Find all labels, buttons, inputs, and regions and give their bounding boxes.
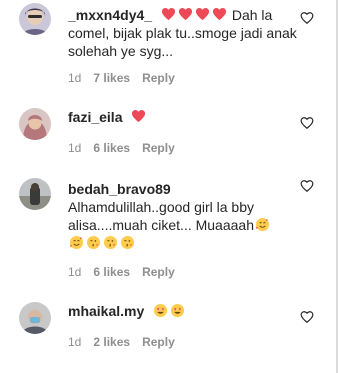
- comment-likes[interactable]: 7 likes: [93, 71, 130, 85]
- comment-meta: 1d 2 likes Reply: [68, 335, 175, 349]
- comment-meta: 1d 6 likes Reply: [68, 141, 175, 155]
- red-heart-icon: [212, 7, 227, 21]
- comment-likes[interactable]: 6 likes: [93, 141, 130, 155]
- red-heart-icon: [132, 109, 146, 123]
- comment-emoji-group: [130, 109, 147, 125]
- heart-outline-icon[interactable]: [300, 116, 314, 130]
- reply-button[interactable]: Reply: [142, 71, 175, 85]
- avatar[interactable]: [19, 302, 51, 334]
- user-avatar-icon: [19, 178, 51, 210]
- comment-username[interactable]: mhaikal.my: [68, 303, 144, 319]
- comment-time[interactable]: 1d: [68, 71, 81, 85]
- comment-meta: 1d 7 likes Reply: [68, 71, 175, 85]
- avatar[interactable]: [19, 3, 51, 35]
- heart-outline-icon[interactable]: [300, 179, 314, 193]
- reply-button[interactable]: Reply: [142, 141, 175, 155]
- comment-body: fazi_eila: [68, 108, 300, 126]
- comment-likes[interactable]: 2 likes: [93, 335, 130, 349]
- face-blowing-kiss-icon: [86, 235, 101, 250]
- heart-outline-icon[interactable]: [300, 11, 314, 25]
- comment-likes[interactable]: 6 likes: [93, 265, 130, 279]
- smiling-face-with-heart-eyes-icon: [171, 303, 185, 318]
- smiling-face-with-heart-eyes-icon: [154, 303, 168, 318]
- smiling-face-with-hearts-icon: [255, 217, 270, 232]
- red-heart-icon: [178, 7, 193, 21]
- red-heart-icon: [161, 7, 176, 21]
- comment-time[interactable]: 1d: [68, 141, 81, 155]
- face-blowing-kiss-icon: [103, 235, 118, 250]
- user-avatar-icon: [19, 108, 51, 140]
- comment-body: mhaikal.my: [68, 302, 300, 320]
- avatar[interactable]: [19, 108, 51, 140]
- comment-body: bedah_bravo89 Alhamdulillah..good girl l…: [68, 180, 300, 252]
- user-avatar-icon: [19, 302, 51, 334]
- comment-time[interactable]: 1d: [68, 335, 81, 349]
- heart-outline-icon[interactable]: [300, 310, 314, 324]
- comment-username[interactable]: _mxxn4dy4_: [68, 7, 152, 23]
- comment-time[interactable]: 1d: [68, 265, 81, 279]
- comment-text: Alhamdulillah..good girl la bby alisa...…: [68, 199, 254, 233]
- reply-button[interactable]: Reply: [142, 265, 175, 279]
- comment-emoji-group: [160, 7, 232, 23]
- smiling-face-with-hearts-icon: [69, 235, 84, 250]
- comment-username[interactable]: bedah_bravo89: [68, 181, 171, 197]
- comment-emoji-group: [152, 303, 186, 319]
- avatar[interactable]: [19, 178, 51, 210]
- comment-body: _mxxn4dy4_ Dah la comel, bijak plak tu..…: [68, 6, 300, 60]
- user-avatar-icon: [19, 3, 51, 35]
- comment-meta: 1d 6 likes Reply: [68, 265, 175, 279]
- comment-username[interactable]: fazi_eila: [68, 109, 122, 125]
- reply-button[interactable]: Reply: [142, 335, 175, 349]
- face-blowing-kiss-icon: [120, 235, 135, 250]
- red-heart-icon: [195, 7, 210, 21]
